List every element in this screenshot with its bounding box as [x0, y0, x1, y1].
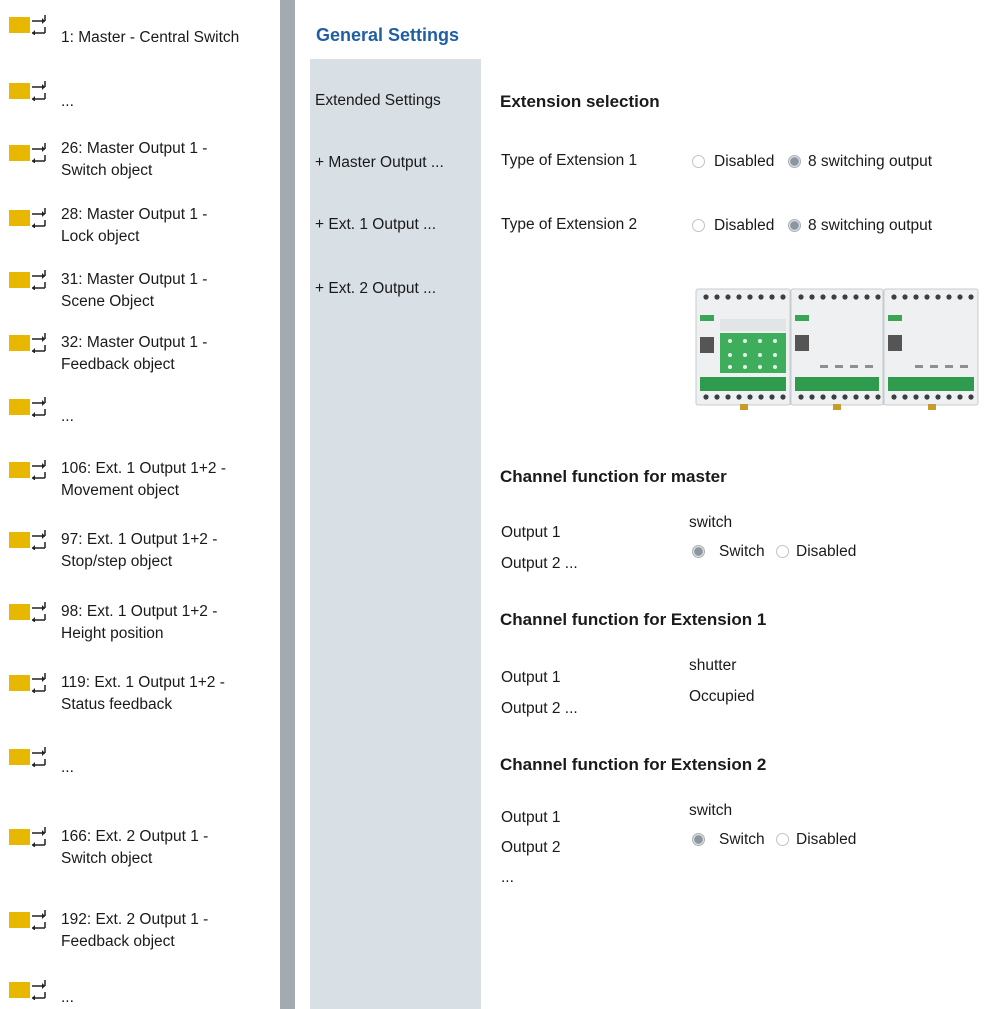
extension2-label: Type of Extension 2 — [501, 216, 638, 233]
ext2-output2-label: Output 2 — [501, 839, 561, 856]
extension2-8switching-radio[interactable] — [788, 219, 801, 232]
object-label-line2: Height position — [61, 625, 164, 642]
object-label-line2: Switch object — [61, 162, 153, 179]
extension2-disabled-radio[interactable] — [692, 219, 705, 232]
ext2-function-value: switch — [689, 802, 733, 819]
extension1-8switching-label[interactable]: 8 switching output — [808, 153, 932, 171]
object-item-5[interactable]: 31: Master Output 1 - Scene Object — [0, 268, 280, 318]
object-item-7[interactable]: ... — [0, 395, 280, 435]
group-object-icon — [9, 397, 46, 417]
panel-splitter[interactable] — [280, 0, 295, 1009]
object-item-8[interactable]: 106: Ext. 1 Output 1+2 - Movement object — [0, 458, 280, 508]
master-output1-label: Output 1 — [501, 524, 561, 541]
nav-item-ext1-output[interactable]: + Ext. 1 Output ... — [315, 216, 436, 234]
object-label-line1: 98: Ext. 1 Output 1+2 - — [61, 603, 218, 620]
master-output2-label: Output 2 ... — [501, 555, 578, 572]
group-object-icon — [9, 208, 46, 228]
object-item-15[interactable]: ... — [0, 978, 280, 1008]
group-object-icon — [9, 15, 46, 35]
ext1-output2-label: Output 2 ... — [501, 700, 578, 717]
extension1-disabled-radio[interactable] — [692, 155, 705, 168]
ext1-function-status: Occupied — [689, 688, 755, 705]
ext2-output1-label: Output 1 — [501, 809, 561, 826]
object-item-9[interactable]: 97: Ext. 1 Output 1+2 - Stop/step object — [0, 528, 280, 578]
nav-item-extended-settings[interactable]: Extended Settings — [315, 92, 441, 110]
ext1-channel-heading: Channel function for Extension 1 — [500, 610, 767, 629]
object-label: ... — [61, 408, 74, 425]
group-object-icon — [9, 673, 46, 693]
group-object-icon — [9, 747, 46, 767]
extension-selection-heading: Extension selection — [500, 92, 660, 111]
group-object-icon — [9, 910, 46, 930]
extension2-disabled-label[interactable]: Disabled — [714, 217, 774, 235]
ext1-output1-label: Output 1 — [501, 669, 561, 686]
page-title: General Settings — [316, 25, 460, 45]
object-label-line1: 106: Ext. 1 Output 1+2 - — [61, 460, 227, 477]
ext2-more-label: ... — [501, 869, 514, 886]
object-label-line2: Movement object — [61, 482, 180, 499]
group-object-icon — [9, 827, 46, 847]
ext2-switch-label[interactable]: Switch — [719, 831, 765, 849]
master-function-value: switch — [689, 514, 733, 531]
master-switch-radio[interactable] — [692, 545, 705, 558]
object-label-line2: Feedback object — [61, 933, 175, 950]
object-item-3[interactable]: 26: Master Output 1 - Switch object — [0, 139, 280, 189]
object-item-2[interactable]: ... — [0, 78, 280, 118]
master-channel-heading: Channel function for master — [500, 467, 727, 486]
object-label-line1: 28: Master Output 1 - — [61, 206, 208, 223]
ext2-disabled-label[interactable]: Disabled — [796, 831, 856, 849]
extension1-label: Type of Extension 1 — [501, 152, 638, 169]
ext2-switch-radio[interactable] — [692, 833, 705, 846]
object-label-line1: 192: Ext. 2 Output 1 - — [61, 911, 209, 928]
object-label-line2: Status feedback — [61, 696, 173, 713]
ext1-function-value: shutter — [689, 657, 737, 674]
group-object-icon — [9, 980, 46, 1000]
object-item-11[interactable]: 119: Ext. 1 Output 1+2 - Status feedback — [0, 671, 280, 721]
device-image — [690, 285, 980, 413]
object-label: ... — [61, 759, 74, 776]
object-list: 1: Master - Central Switch ... 26: Maste… — [0, 0, 280, 1009]
object-label-line1: 119: Ext. 1 Output 1+2 - — [61, 674, 225, 691]
master-disabled-label[interactable]: Disabled — [796, 543, 856, 561]
master-switch-label[interactable]: Switch — [719, 543, 765, 561]
object-item-14[interactable]: 192: Ext. 2 Output 1 - Feedback object — [0, 908, 280, 958]
extension1-disabled-label[interactable]: Disabled — [714, 153, 774, 171]
object-item-10[interactable]: 98: Ext. 1 Output 1+2 - Height position — [0, 600, 280, 650]
object-item-1[interactable]: 1: Master - Central Switch — [0, 12, 280, 52]
group-object-icon — [9, 460, 46, 480]
extension1-8switching-radio[interactable] — [788, 155, 801, 168]
ext2-disabled-radio[interactable] — [776, 833, 789, 846]
object-item-12[interactable]: ... — [0, 745, 280, 785]
object-label-line1: 26: Master Output 1 - — [61, 140, 208, 157]
object-label-line1: 32: Master Output 1 - — [61, 334, 208, 351]
object-label-line1: 166: Ext. 2 Output 1 - — [61, 828, 209, 845]
object-item-4[interactable]: 28: Master Output 1 - Lock object — [0, 205, 280, 255]
object-label-line2: Switch object — [61, 850, 153, 867]
group-object-icon — [9, 333, 46, 353]
object-item-6[interactable]: 32: Master Output 1 - Feedback object — [0, 331, 280, 381]
parameter-nav: Extended Settings + Master Output ... + … — [310, 59, 481, 1009]
object-label: 1: Master - Central Switch — [61, 29, 240, 46]
group-object-icon — [9, 81, 46, 101]
object-label-line2: Lock object — [61, 228, 140, 245]
object-label-line2: Stop/step object — [61, 553, 173, 570]
group-object-icon — [9, 143, 46, 163]
master-disabled-radio[interactable] — [776, 545, 789, 558]
object-label-line2: Feedback object — [61, 356, 175, 373]
object-label: ... — [61, 93, 74, 110]
object-label-line1: 97: Ext. 1 Output 1+2 - — [61, 531, 218, 548]
object-label: ... — [61, 989, 74, 1006]
object-label-line2: Scene Object — [61, 293, 155, 310]
object-item-13[interactable]: 166: Ext. 2 Output 1 - Switch object — [0, 825, 280, 875]
group-object-icon — [9, 270, 46, 290]
group-object-icon — [9, 602, 46, 622]
nav-item-master-output[interactable]: + Master Output ... — [315, 154, 444, 172]
group-object-icon — [9, 530, 46, 550]
ext2-channel-heading: Channel function for Extension 2 — [500, 755, 767, 774]
object-label-line1: 31: Master Output 1 - — [61, 271, 208, 288]
nav-item-ext2-output[interactable]: + Ext. 2 Output ... — [315, 280, 436, 298]
extension2-8switching-label[interactable]: 8 switching output — [808, 217, 932, 235]
